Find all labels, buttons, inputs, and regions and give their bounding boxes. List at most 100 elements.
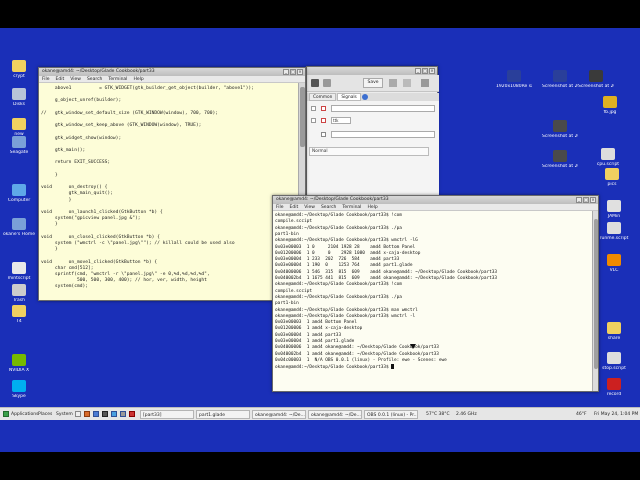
menu-help[interactable]: Help [133, 76, 143, 82]
left-desktop-icon[interactable]: mintscript [1, 262, 37, 281]
taskbar-item-terminal-1[interactable]: okane@amd4: ~/De... [252, 410, 306, 419]
terminal-launcher-icon[interactable] [102, 411, 108, 417]
terminal-line: 0x04000006 1 546 315 815 609 amd4 okane@… [275, 269, 498, 275]
right-desktop-icon[interactable]: Screenshot at 2019-05-19 01:24... [542, 120, 578, 139]
property-checkbox[interactable] [321, 118, 326, 123]
menu-search[interactable]: Search [87, 76, 102, 82]
right-desktop-icon[interactable]: pics [594, 168, 630, 187]
taskbar-item-terminal-2[interactable]: okane@amd4: ~/De... [308, 410, 362, 419]
browser-launcher-icon[interactable] [75, 411, 81, 417]
close-icon[interactable]: × [590, 197, 596, 203]
tab-close-icon[interactable] [361, 94, 368, 100]
system-menu[interactable]: System [56, 410, 73, 419]
property-dropdown[interactable]: Normal [309, 147, 429, 156]
editor-window[interactable]: okane@amd4: ~/Desktop/Glade Cookbook/par… [38, 67, 306, 301]
left-desktop-icon[interactable]: Skype [1, 380, 37, 399]
menu-terminal[interactable]: Terminal [108, 76, 127, 82]
menu-edit[interactable]: Edit [56, 76, 65, 82]
widget-icon[interactable] [311, 79, 319, 87]
menu-file[interactable]: File [42, 76, 50, 82]
terminal-output[interactable]: okane@amd4:~/Desktop/Glade Cookbook/part… [273, 211, 593, 391]
left-desktop-icon[interactable]: Computer [1, 184, 37, 203]
right-desktop-icon[interactable]: share [596, 322, 632, 341]
terminal-titlebar[interactable]: okane@amd4: ~/Desktop/Glade Cookbook/par… [273, 196, 598, 204]
taskbar-item-obs[interactable]: OBS 0.0.1 (linux) - Pr... [364, 410, 418, 419]
file-icon [12, 136, 26, 148]
redo-icon[interactable] [403, 79, 411, 87]
left-desktop-icon[interactable]: Seagate [1, 136, 37, 155]
right-desktop-icon[interactable]: Screenshot at 2019-03-16 12:48:... [542, 70, 578, 89]
cut-icon[interactable] [421, 79, 429, 87]
editor-launcher-icon[interactable] [111, 411, 117, 417]
property-field[interactable] [331, 131, 435, 138]
right-desktop-icon[interactable]: record [596, 378, 632, 397]
record-launcher-icon[interactable] [129, 411, 135, 417]
maximize-icon[interactable]: □ [583, 197, 589, 203]
tab-signals[interactable]: Signals [337, 93, 361, 101]
property-field[interactable] [331, 105, 435, 112]
firefox-launcher-icon[interactable] [84, 411, 90, 417]
editor-titlebar[interactable]: okane@amd4: ~/Desktop/Glade Cookbook/par… [39, 68, 305, 76]
terminal-window[interactable]: okane@amd4: ~/Desktop/Glade Cookbook/par… [272, 195, 599, 392]
tab-common[interactable]: Common [309, 93, 337, 101]
clock[interactable]: Fri May 24, 1:04 PM [594, 410, 638, 419]
menu-file[interactable]: File [276, 204, 284, 210]
left-desktop-icon[interactable]: NVIDIA X [1, 354, 37, 373]
menu-edit[interactable]: Edit [290, 204, 299, 210]
minimize-icon[interactable]: _ [415, 68, 421, 74]
terminal-cursor [391, 364, 395, 370]
editor-text-area[interactable]: above1 = GTK_WIDGET(gtk_builder_get_obje… [39, 83, 299, 300]
taskbar-item-part1-glade[interactable]: part1.glade [196, 410, 250, 419]
property-checkbox[interactable] [321, 106, 326, 111]
left-desktop-icon[interactable]: T4 [1, 305, 37, 324]
files-launcher-icon[interactable] [93, 411, 99, 417]
places-menu[interactable]: Places [38, 410, 52, 419]
right-desktop-icon[interactable]: stop.script [596, 352, 632, 371]
desktop-icon-label: pics [607, 182, 617, 187]
scrollbar-thumb[interactable] [300, 87, 305, 147]
menu-terminal[interactable]: Terminal [342, 204, 361, 210]
property-checkbox[interactable] [321, 132, 326, 137]
code-line: return EXIT_SUCCESS; [41, 160, 111, 166]
applications-menu[interactable]: Applications [11, 410, 39, 419]
right-desktop-icon[interactable]: VLC [596, 254, 632, 273]
menu-view[interactable]: View [70, 76, 81, 82]
file-icon [607, 200, 621, 212]
scrollbar-thumb[interactable] [594, 219, 598, 369]
right-desktop-icon[interactable]: 1920x1080Re sa.png [496, 70, 532, 89]
left-desktop-icon[interactable]: crypt [1, 60, 37, 79]
right-desktop-icon[interactable]: cpu.script [590, 148, 626, 167]
close-icon[interactable]: × [429, 68, 435, 74]
glade-titlebar[interactable]: _ □ × [307, 67, 437, 75]
terminal-scrollbar[interactable] [592, 211, 598, 391]
maximize-icon[interactable]: □ [422, 68, 428, 74]
save-button[interactable]: Save [363, 78, 383, 88]
file-icon [605, 168, 619, 180]
right-desktop-icon[interactable]: JAMin [596, 200, 632, 219]
minimize-icon[interactable]: _ [283, 69, 289, 75]
close-icon[interactable]: × [297, 69, 303, 75]
minimize-icon[interactable]: _ [576, 197, 582, 203]
file-icon [12, 380, 26, 392]
right-desktop-icon[interactable]: Screenshot at 2019-03-16 12:48:... [578, 70, 614, 89]
settings-launcher-icon[interactable] [120, 411, 126, 417]
menu-view[interactable]: View [304, 204, 315, 210]
taskbar-item-part33[interactable]: [part33] [140, 410, 194, 419]
undo-icon[interactable] [389, 79, 397, 87]
file-icon [12, 354, 26, 366]
property-text-field[interactable]: ttk [331, 117, 351, 124]
open-icon[interactable] [323, 79, 331, 87]
maximize-icon[interactable]: □ [290, 69, 296, 75]
menu-search[interactable]: Search [321, 204, 336, 210]
right-desktop-icon[interactable]: fb.jpg [592, 96, 628, 115]
left-desktop-icon[interactable]: Trash [1, 284, 37, 303]
right-desktop-icon[interactable]: Screenshot at 2019-05-10 03:29... [542, 150, 578, 169]
menu-logo-icon[interactable] [3, 411, 9, 417]
weather-temp[interactable]: 46°F [576, 410, 587, 419]
left-desktop-icon[interactable]: Disks [1, 88, 37, 107]
menu-help[interactable]: Help [367, 204, 377, 210]
left-desktop-icon[interactable]: okane's Home [1, 218, 37, 237]
terminal-line: 0x04c00003 1 N/A OBS 0.0.1 (linux) - Pro… [275, 357, 447, 363]
left-desktop-icon[interactable]: new [1, 118, 37, 137]
right-desktop-icon[interactable]: runme.script [596, 222, 632, 241]
